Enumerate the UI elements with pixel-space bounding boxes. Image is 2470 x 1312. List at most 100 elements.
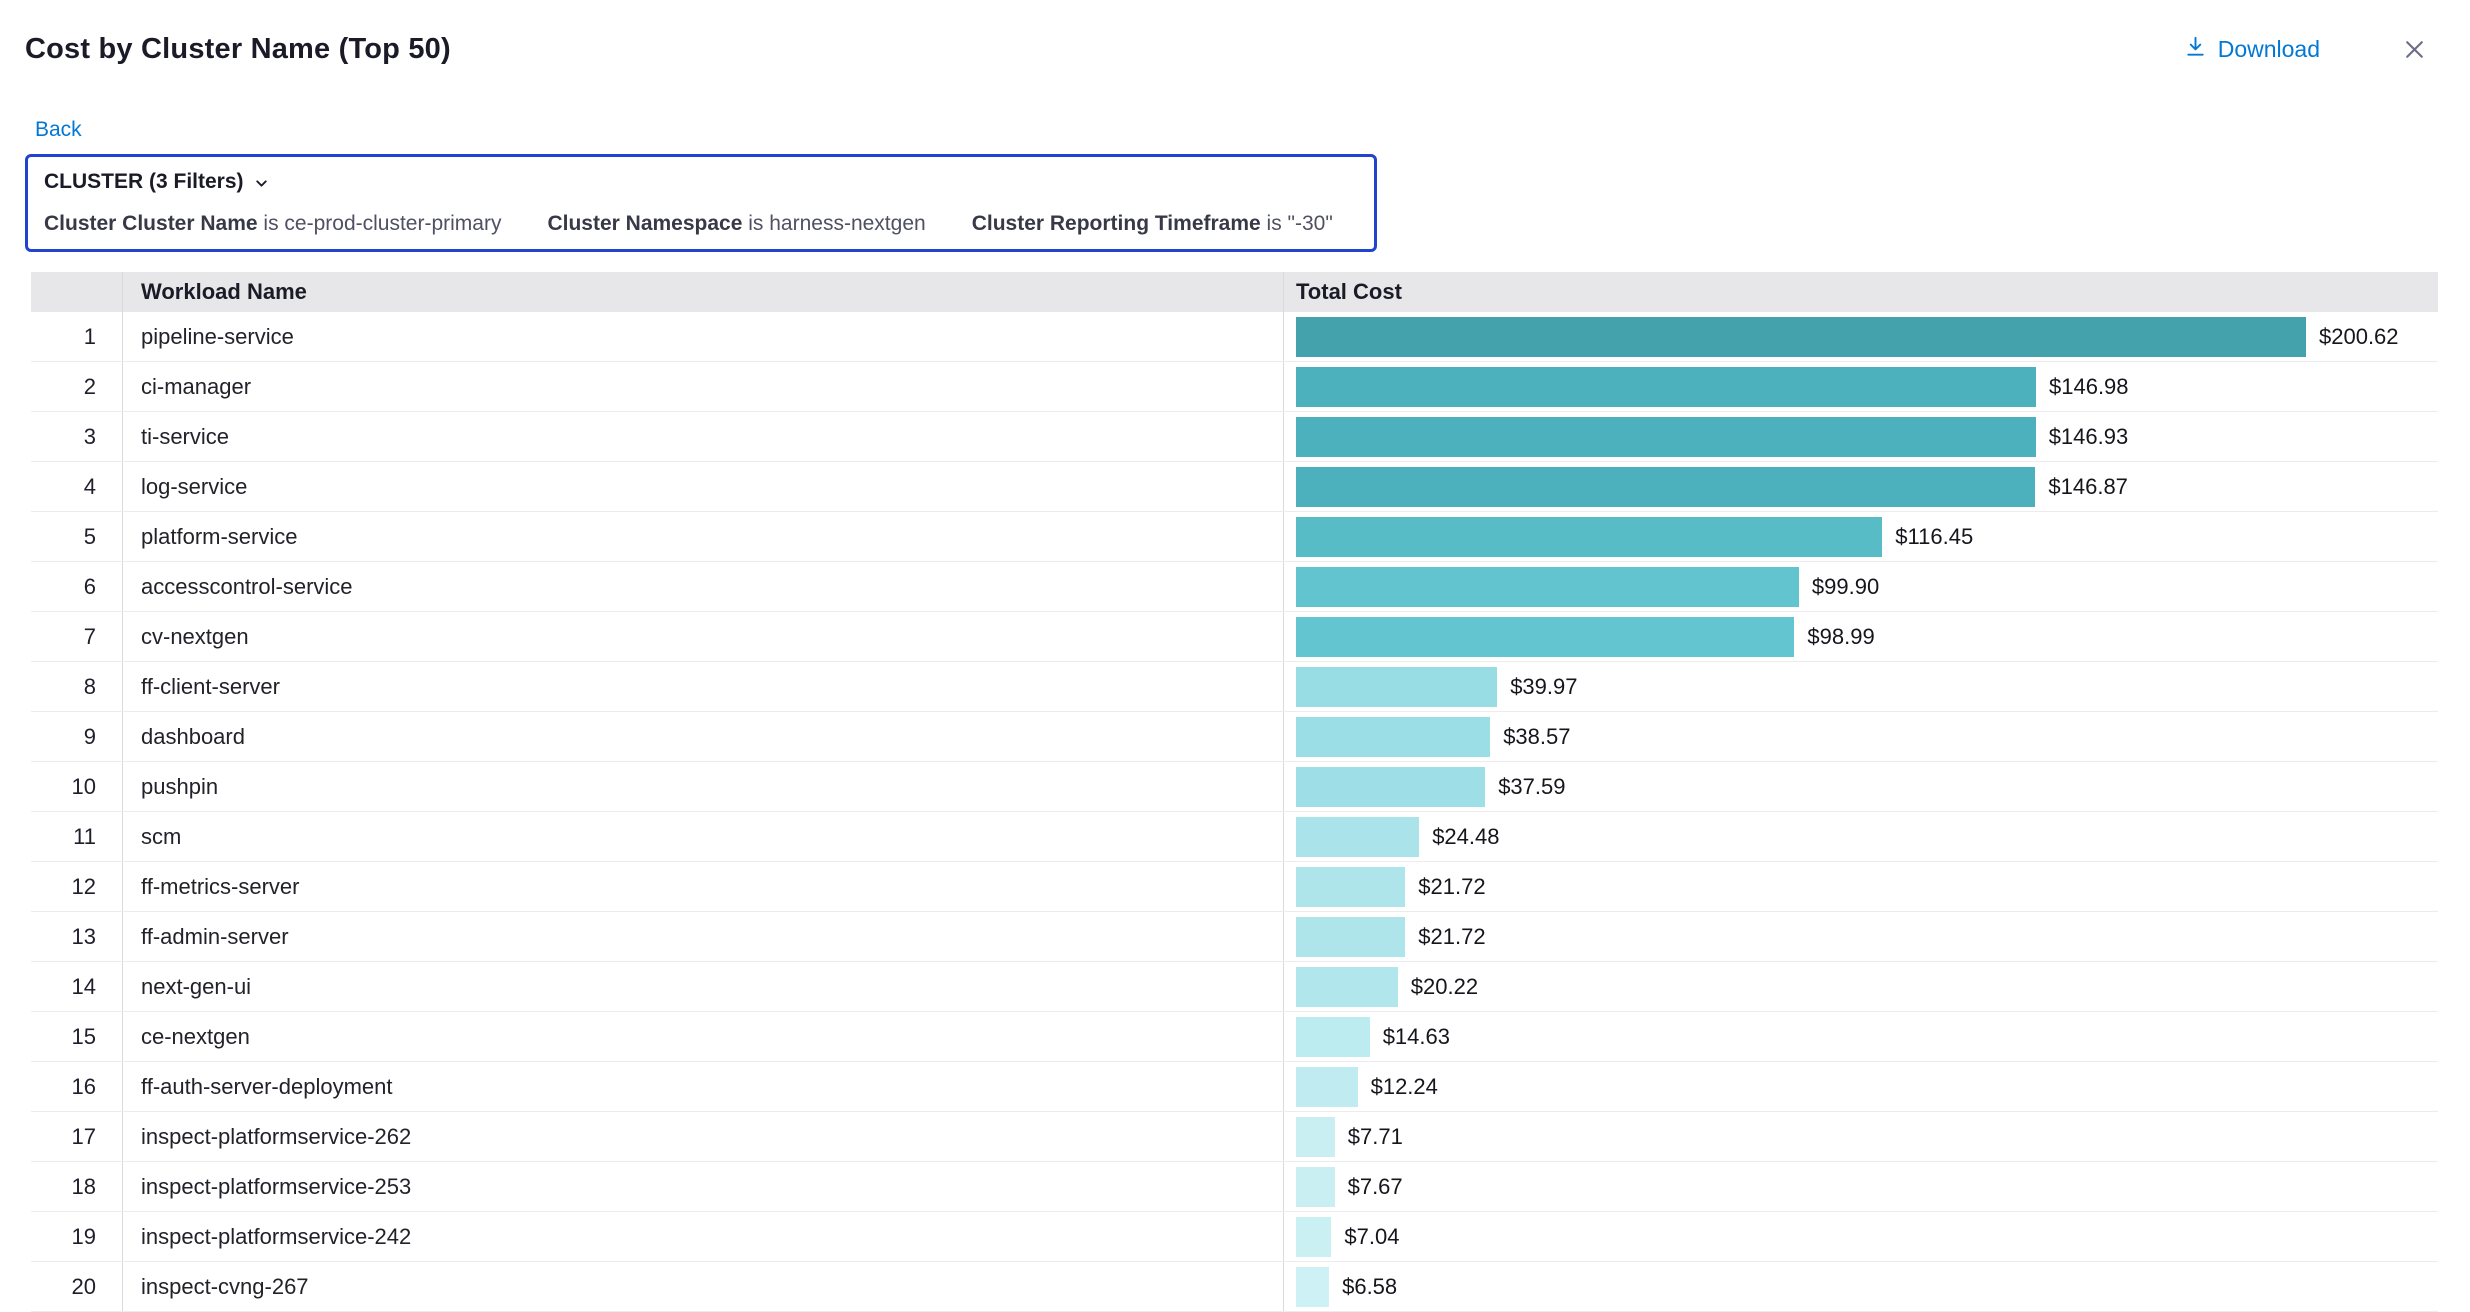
total-cost-cell: $7.04 — [1284, 1212, 2438, 1261]
rank-cell: 12 — [31, 862, 123, 911]
table-row: 1pipeline-service$200.62 — [31, 312, 2438, 362]
cost-value-label: $38.57 — [1503, 724, 1570, 750]
cost-value-label: $7.71 — [1348, 1124, 1403, 1150]
cost-value-label: $20.22 — [1411, 974, 1478, 1000]
rank-cell: 20 — [31, 1262, 123, 1311]
workload-name-cell: dashboard — [123, 712, 1284, 761]
total-cost-cell: $21.72 — [1284, 862, 2438, 911]
table-row: 6accesscontrol-service$99.90 — [31, 562, 2438, 612]
workload-name-cell: inspect-platformservice-253 — [123, 1162, 1284, 1211]
cost-value-label: $7.04 — [1344, 1224, 1399, 1250]
cost-bar — [1296, 667, 1497, 707]
filter-group-toggle[interactable]: CLUSTER (3 Filters) — [44, 170, 1358, 194]
table-row: 18inspect-platformservice-253$7.67 — [31, 1162, 2438, 1212]
top-bar-actions: Download — [2184, 35, 2427, 64]
workload-name-cell: accesscontrol-service — [123, 562, 1284, 611]
rank-cell: 17 — [31, 1112, 123, 1161]
cost-value-label: $21.72 — [1418, 874, 1485, 900]
cost-bar — [1296, 1017, 1370, 1057]
download-label: Download — [2218, 36, 2320, 63]
cost-bar — [1296, 717, 1490, 757]
filter-operator: is — [258, 212, 285, 235]
cost-bar — [1296, 367, 2036, 407]
column-header-rank — [31, 272, 123, 312]
download-button[interactable]: Download — [2184, 35, 2320, 64]
table-row: 16ff-auth-server-deployment$12.24 — [31, 1062, 2438, 1112]
cost-value-label: $146.87 — [2048, 474, 2128, 500]
workload-name-cell: inspect-cvng-267 — [123, 1262, 1284, 1311]
table-row: 7cv-nextgen$98.99 — [31, 612, 2438, 662]
total-cost-cell: $21.72 — [1284, 912, 2438, 961]
top-bar: Cost by Cluster Name (Top 50) Download — [0, 0, 2470, 74]
table-row: 15ce-nextgen$14.63 — [31, 1012, 2438, 1062]
total-cost-cell: $14.63 — [1284, 1012, 2438, 1061]
rank-cell: 13 — [31, 912, 123, 961]
total-cost-cell: $20.22 — [1284, 962, 2438, 1011]
rank-cell: 1 — [31, 312, 123, 361]
workload-name-cell: ff-auth-server-deployment — [123, 1062, 1284, 1111]
workload-name-cell: scm — [123, 812, 1284, 861]
cost-bar — [1296, 867, 1405, 907]
rank-cell: 10 — [31, 762, 123, 811]
table-body: 1pipeline-service$200.622ci-manager$146.… — [31, 312, 2438, 1312]
cost-bar — [1296, 1217, 1331, 1257]
close-icon[interactable] — [2402, 37, 2427, 62]
filter-field-label: Cluster Reporting Timeframe — [972, 212, 1261, 235]
cost-bar — [1296, 517, 1882, 557]
cost-bar — [1296, 1267, 1329, 1307]
cost-bar — [1296, 617, 1794, 657]
filter-value: ce-prod-cluster-primary — [284, 212, 501, 235]
rank-cell: 16 — [31, 1062, 123, 1111]
cost-value-label: $14.63 — [1383, 1024, 1450, 1050]
table-row: 17inspect-platformservice-262 $7.71 — [31, 1112, 2438, 1162]
workload-name-cell: log-service — [123, 462, 1284, 511]
column-header-total-cost: Total Cost — [1284, 272, 2438, 312]
workload-name-cell: ti-service — [123, 412, 1284, 461]
cost-value-label: $21.72 — [1418, 924, 1485, 950]
rank-cell: 18 — [31, 1162, 123, 1211]
total-cost-cell: $146.98 — [1284, 362, 2438, 411]
table-row: 8ff-client-server$39.97 — [31, 662, 2438, 712]
filter-items: Cluster Cluster Name is ce-prod-cluster-… — [44, 212, 1358, 236]
total-cost-cell: $99.90 — [1284, 562, 2438, 611]
workload-name-cell: ci-manager — [123, 362, 1284, 411]
filter-group-title: CLUSTER (3 Filters) — [44, 170, 244, 194]
rank-cell: 8 — [31, 662, 123, 711]
table-row: 9dashboard$38.57 — [31, 712, 2438, 762]
cost-bar — [1296, 917, 1405, 957]
workload-name-cell: inspect-platformservice-262 — [123, 1112, 1284, 1161]
filter-value: harness-nextgen — [769, 212, 925, 235]
rank-cell: 15 — [31, 1012, 123, 1061]
filter-field-label: Cluster Namespace — [547, 212, 742, 235]
workload-name-cell: cv-nextgen — [123, 612, 1284, 661]
table-row: 19inspect-platformservice-242$7.04 — [31, 1212, 2438, 1262]
rank-cell: 14 — [31, 962, 123, 1011]
filter-item[interactable]: Cluster Namespace is harness-nextgen — [547, 212, 925, 236]
filter-operator: is — [1261, 212, 1288, 235]
total-cost-cell: $24.48 — [1284, 812, 2438, 861]
filter-panel: CLUSTER (3 Filters) Cluster Cluster Name… — [25, 154, 1377, 252]
workload-name-cell: next-gen-ui — [123, 962, 1284, 1011]
rank-cell: 7 — [31, 612, 123, 661]
filter-item[interactable]: Cluster Cluster Name is ce-prod-cluster-… — [44, 212, 501, 236]
download-icon — [2184, 35, 2207, 64]
cost-bar — [1296, 317, 2306, 357]
rank-cell: 4 — [31, 462, 123, 511]
rank-cell: 11 — [31, 812, 123, 861]
cost-bar — [1296, 1167, 1335, 1207]
cost-value-label: $6.58 — [1342, 1274, 1397, 1300]
column-header-workload-name: Workload Name — [123, 272, 1284, 312]
cost-bar — [1296, 567, 1799, 607]
rank-cell: 6 — [31, 562, 123, 611]
workload-name-cell: ff-admin-server — [123, 912, 1284, 961]
rank-cell: 19 — [31, 1212, 123, 1261]
workload-name-cell: ff-client-server — [123, 662, 1284, 711]
table-row: 10pushpin$37.59 — [31, 762, 2438, 812]
total-cost-cell: $200.62 — [1284, 312, 2438, 361]
rank-cell: 2 — [31, 362, 123, 411]
filter-item[interactable]: Cluster Reporting Timeframe is "-30" — [972, 212, 1333, 236]
table-row: 13ff-admin-server $21.72 — [31, 912, 2438, 962]
back-link[interactable]: Back — [35, 118, 82, 142]
cost-value-label: $37.59 — [1498, 774, 1565, 800]
table-row: 12ff-metrics-server$21.72 — [31, 862, 2438, 912]
